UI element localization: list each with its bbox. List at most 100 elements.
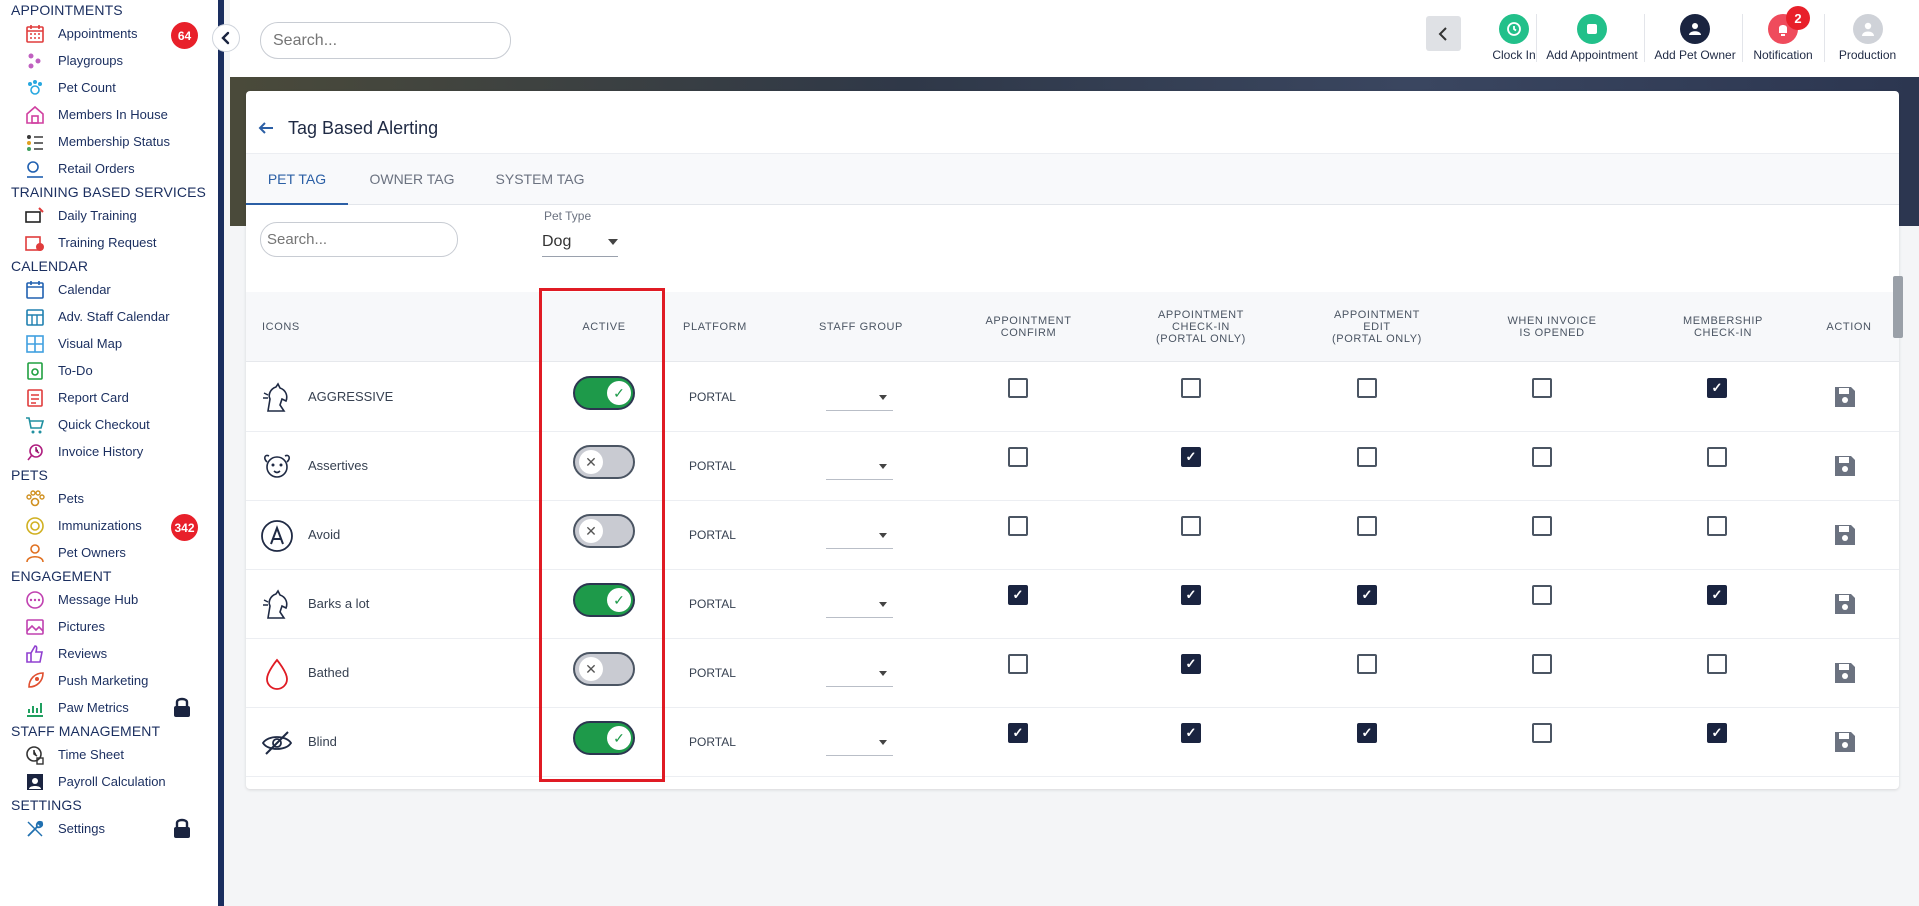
staff-group-select[interactable] (826, 730, 893, 756)
membership-checkin-checkbox[interactable]: ✓ (1707, 723, 1727, 743)
save-icon[interactable] (1833, 454, 1857, 478)
invoice-opened-checkbox[interactable] (1532, 378, 1552, 398)
invoice-opened-checkbox[interactable] (1532, 723, 1552, 743)
membership-checkin-checkbox[interactable]: ✓ (1707, 585, 1727, 605)
collapse-sidebar-button[interactable] (212, 24, 240, 52)
membership-checkin-checkbox[interactable] (1707, 516, 1727, 536)
sidebar-item-settings[interactable]: Settings (0, 815, 218, 842)
topbar-notification-button[interactable]: 2 Notification (1748, 6, 1818, 62)
sidebar-item-calendar[interactable]: Calendar (0, 276, 218, 303)
tab-owner-tag[interactable]: OWNER TAG (348, 154, 476, 205)
staff-group-select[interactable] (826, 592, 893, 618)
sidebar-item-pictures[interactable]: Pictures (0, 613, 218, 640)
tab-system-tag[interactable]: SYSTEM TAG (476, 154, 604, 205)
staff-group-select[interactable] (826, 523, 893, 549)
appointment-checkin-checkbox[interactable]: ✓ (1181, 447, 1201, 467)
global-search-input[interactable] (260, 22, 511, 59)
appointment-checkin-checkbox[interactable]: ✓ (1181, 585, 1201, 605)
appointment-confirm-checkbox[interactable] (1008, 516, 1028, 536)
appointment-checkin-checkbox[interactable]: ✓ (1181, 654, 1201, 674)
active-toggle[interactable]: ✕ (573, 652, 635, 686)
membership-checkin-checkbox[interactable] (1707, 654, 1727, 674)
appointment-checkin-checkbox[interactable] (1181, 378, 1201, 398)
appointment-edit-checkbox[interactable] (1357, 378, 1377, 398)
appointment-edit-checkbox[interactable] (1357, 516, 1377, 536)
sidebar-item-label: Appointments (58, 26, 138, 41)
topbar-clock-in-button[interactable]: Clock In (1484, 14, 1544, 62)
sidebar-item-appointments[interactable]: Appointments 64 (0, 20, 218, 49)
sidebar-item-label: Push Marketing (58, 673, 149, 688)
sidebar-item-pets[interactable]: Pets (0, 485, 218, 512)
save-icon[interactable] (1833, 523, 1857, 547)
active-toggle[interactable]: ✕ (573, 445, 635, 479)
appointment-edit-checkbox[interactable]: ✓ (1357, 723, 1377, 743)
sidebar-item-invoice-history[interactable]: Invoice History (0, 438, 218, 465)
staff-group-select[interactable] (826, 454, 893, 480)
scrollbar-thumb[interactable] (1893, 276, 1903, 338)
sidebar-item-adv-staff-calendar[interactable]: Adv. Staff Calendar (0, 303, 218, 330)
sidebar-item-paw-metrics[interactable]: Paw Metrics (0, 694, 218, 721)
appointment-checkin-checkbox[interactable]: ✓ (1181, 723, 1201, 743)
active-toggle[interactable]: ✕ (573, 514, 635, 548)
appointment-confirm-checkbox[interactable] (1008, 654, 1028, 674)
staff-group-select[interactable] (826, 385, 893, 411)
appointment-confirm-checkbox[interactable] (1008, 447, 1028, 467)
sidebar-item-to-do[interactable]: To-Do (0, 357, 218, 384)
check-icon: ✓ (607, 588, 631, 612)
sidebar-section-heading: PETS (11, 467, 48, 483)
membership-checkin-checkbox[interactable]: ✓ (1707, 378, 1727, 398)
tag-search-input[interactable] (260, 222, 458, 257)
sidebar-item-membership-status[interactable]: Membership Status (0, 128, 218, 155)
topbar-add-pet-owner-button[interactable]: Add Pet Owner (1650, 14, 1740, 62)
pet-type-select[interactable]: Dog (542, 227, 618, 257)
sidebar-item-payroll-calculation[interactable]: Payroll Calculation (0, 768, 218, 795)
retail-orders-icon (24, 158, 46, 180)
active-toggle[interactable]: ✓ (573, 583, 635, 617)
membership-checkin-checkbox[interactable] (1707, 447, 1727, 467)
sidebar-item-pet-count[interactable]: Pet Count (0, 74, 218, 101)
invoice-opened-checkbox[interactable] (1532, 654, 1552, 674)
sidebar-item-retail-orders[interactable]: Retail Orders (0, 155, 218, 182)
arrow-left-icon[interactable] (256, 118, 276, 138)
invoice-opened-checkbox[interactable] (1532, 516, 1552, 536)
active-toggle[interactable]: ✓ (573, 376, 635, 410)
sidebar-item-members-in-house[interactable]: Members In House (0, 101, 218, 128)
tab-pet-tag[interactable]: PET TAG (246, 154, 348, 205)
topbar-production-button[interactable]: Production (1830, 14, 1905, 62)
staff-group-select[interactable] (826, 661, 893, 687)
save-icon[interactable] (1833, 385, 1857, 409)
appointment-confirm-checkbox[interactable]: ✓ (1008, 723, 1028, 743)
invoice-opened-checkbox[interactable] (1532, 585, 1552, 605)
platform-value: PORTAL (689, 735, 736, 749)
person-icon (24, 542, 46, 564)
appointment-edit-checkbox[interactable] (1357, 447, 1377, 467)
appointment-confirm-checkbox[interactable]: ✓ (1008, 585, 1028, 605)
sidebar-item-report-card[interactable]: Report Card (0, 384, 218, 411)
invoice-opened-checkbox[interactable] (1532, 447, 1552, 467)
sidebar-item-reviews[interactable]: Reviews (0, 640, 218, 667)
sidebar-item-visual-map[interactable]: Visual Map (0, 330, 218, 357)
active-toggle[interactable]: ✓ (573, 721, 635, 755)
sidebar-item-daily-training[interactable]: Daily Training (0, 202, 218, 229)
sidebar-item-playgroups[interactable]: Playgroups (0, 47, 218, 74)
sidebar-item-pet-owners[interactable]: Pet Owners (0, 539, 218, 566)
save-icon[interactable] (1833, 661, 1857, 685)
back-button[interactable] (1426, 16, 1461, 51)
sidebar-item-quick-checkout[interactable]: Quick Checkout (0, 411, 218, 438)
topbar-add-appointment-button[interactable]: Add Appointment (1542, 14, 1642, 62)
save-icon[interactable] (1833, 730, 1857, 754)
appointment-confirm-checkbox[interactable] (1008, 378, 1028, 398)
sidebar-item-time-sheet[interactable]: Time Sheet (0, 741, 218, 768)
save-icon[interactable] (1833, 592, 1857, 616)
sidebar-item-message-hub[interactable]: Message Hub (0, 586, 218, 613)
appointment-edit-checkbox[interactable] (1357, 654, 1377, 674)
sidebar-item-label: Calendar (58, 282, 111, 297)
appointment-edit-checkbox[interactable]: ✓ (1357, 585, 1377, 605)
sidebar-item-immunizations[interactable]: Immunizations 342 (0, 512, 218, 541)
horse-head-icon (263, 382, 288, 412)
sidebar-item-push-marketing[interactable]: Push Marketing (0, 667, 218, 694)
clock-in-icon (1499, 14, 1529, 44)
count-badge: 64 (171, 22, 198, 49)
sidebar-item-training-request[interactable]: Training Request (0, 229, 218, 256)
appointment-checkin-checkbox[interactable] (1181, 516, 1201, 536)
